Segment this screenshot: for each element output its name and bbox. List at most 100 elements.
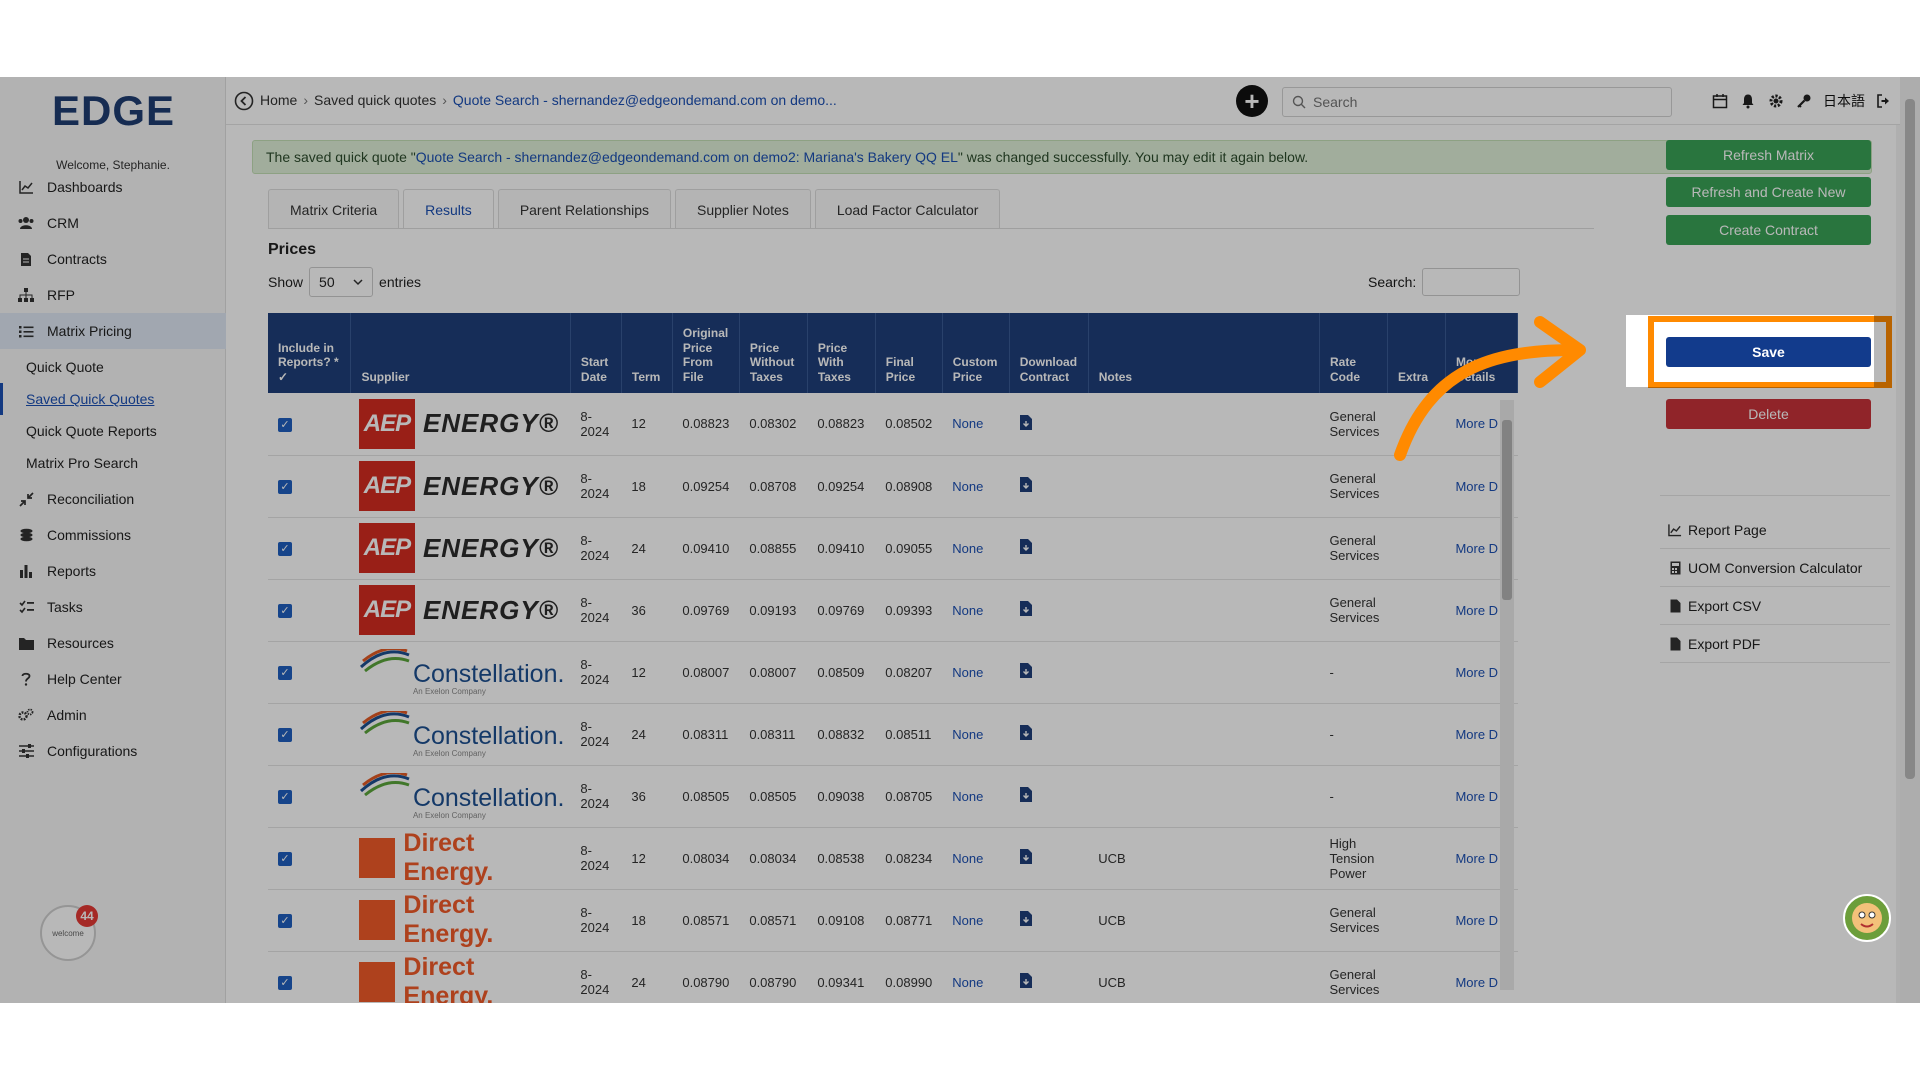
sign-out-icon[interactable]	[1875, 92, 1893, 110]
global-search[interactable]	[1282, 87, 1672, 117]
download-file-icon[interactable]	[1019, 787, 1033, 806]
uom-conversion-calculator-link[interactable]: UOM Conversion Calculator	[1660, 549, 1890, 587]
custom-price-link[interactable]: None	[952, 416, 983, 431]
column-header-notes[interactable]: Notes	[1088, 313, 1321, 393]
page-scrollbar-thumb[interactable]	[1905, 99, 1915, 779]
more-details-link[interactable]: More D	[1455, 913, 1498, 928]
more-details-link[interactable]: More D	[1455, 975, 1498, 990]
more-details-link[interactable]: More D	[1455, 603, 1498, 618]
sidebar-item-configurations[interactable]: Configurations	[0, 733, 226, 769]
breadcrumb-home[interactable]: Home	[260, 92, 297, 108]
include-checkbox[interactable]: ✓	[278, 851, 292, 866]
more-details-link[interactable]: More D	[1455, 789, 1498, 804]
custom-price-link[interactable]: None	[952, 727, 983, 742]
key-icon[interactable]	[1795, 92, 1813, 110]
sidebar-subitem-quick-quote[interactable]: Quick Quote	[0, 351, 226, 383]
delete-button[interactable]: Delete	[1666, 399, 1871, 429]
download-file-icon[interactable]	[1019, 477, 1033, 496]
sidebar-item-crm[interactable]: CRM	[0, 205, 226, 241]
custom-price-link[interactable]: None	[952, 789, 983, 804]
more-details-link[interactable]: More D	[1455, 851, 1498, 866]
include-checkbox[interactable]: ✓	[278, 541, 292, 556]
sidebar-item-commissions[interactable]: Commissions	[0, 517, 226, 553]
more-details-link[interactable]: More D	[1455, 479, 1498, 494]
tab-load-factor-calculator[interactable]: Load Factor Calculator	[814, 189, 1001, 229]
column-header-rate-code[interactable]: Rate Code	[1319, 313, 1388, 393]
download-file-icon[interactable]	[1019, 725, 1033, 744]
refresh-matrix-button[interactable]: Refresh Matrix	[1666, 140, 1871, 170]
custom-price-link[interactable]: None	[952, 665, 983, 680]
sidebar-subitem-quick-quote-reports[interactable]: Quick Quote Reports	[0, 415, 226, 447]
sidebar-item-help-center[interactable]: Help Center	[0, 661, 226, 697]
download-file-icon[interactable]	[1019, 663, 1033, 682]
custom-price-link[interactable]: None	[952, 603, 983, 618]
create-contract-button[interactable]: Create Contract	[1666, 215, 1871, 245]
column-header-price-with-taxes[interactable]: Price With Taxes	[807, 313, 876, 393]
refresh-and-create-new-button[interactable]: Refresh and Create New	[1666, 177, 1871, 207]
sidebar-item-admin[interactable]: Admin	[0, 697, 226, 733]
language-switch[interactable]: 日本語	[1823, 91, 1865, 111]
column-header-start-date[interactable]: Start Date	[570, 313, 622, 393]
export-csv-link[interactable]: Export CSV	[1660, 587, 1890, 625]
download-file-icon[interactable]	[1019, 414, 1033, 434]
sidebar-item-contracts[interactable]: Contracts	[0, 241, 226, 277]
column-header-download-contract[interactable]: Download Contract	[1009, 313, 1089, 393]
gear-icon[interactable]	[1767, 92, 1785, 110]
column-header-include-in-reports[interactable]: Include in Reports? * ✓	[268, 313, 352, 393]
more-details-link[interactable]: More D	[1455, 727, 1498, 742]
column-header-original-price-from-file[interactable]: Original Price From File	[672, 313, 740, 393]
download-file-icon[interactable]	[1019, 849, 1033, 868]
include-checkbox[interactable]: ✓	[278, 727, 292, 742]
sidebar-item-reconciliation[interactable]: Reconciliation	[0, 481, 226, 517]
column-header-final-price[interactable]: Final Price	[875, 313, 943, 393]
back-circle-icon[interactable]	[234, 91, 254, 111]
download-file-icon[interactable]	[1019, 539, 1033, 558]
entries-select[interactable]: 50	[309, 267, 374, 297]
sidebar-item-resources[interactable]: Resources	[0, 625, 226, 661]
edge-logo[interactable]: EDGE	[52, 89, 177, 131]
add-button[interactable]: +	[1236, 85, 1268, 117]
column-header-price-without-taxes[interactable]: Price Without Taxes	[739, 313, 808, 393]
sidebar-item-dashboards[interactable]: Dashboards	[0, 169, 226, 205]
include-checkbox[interactable]: ✓	[278, 603, 292, 618]
custom-price-link[interactable]: None	[952, 975, 983, 990]
column-header-supplier[interactable]: Supplier	[350, 313, 571, 393]
table-search-input[interactable]	[1422, 268, 1521, 296]
custom-price-link[interactable]: None	[952, 913, 983, 928]
column-header-custom-price[interactable]: Custom Price	[942, 313, 1010, 393]
sidebar-subitem-matrix-pro-search[interactable]: Matrix Pro Search	[0, 447, 226, 479]
download-file-icon[interactable]	[1019, 911, 1033, 930]
download-file-icon[interactable]	[1019, 973, 1033, 992]
sidebar-subitem-saved-quick-quotes[interactable]: Saved Quick Quotes	[0, 383, 226, 415]
more-details-link[interactable]: More D	[1455, 541, 1498, 556]
custom-price-link[interactable]: None	[952, 541, 983, 556]
breadcrumb-saved-quotes[interactable]: Saved quick quotes	[314, 92, 436, 108]
tab-matrix-criteria[interactable]: Matrix Criteria	[268, 189, 400, 229]
include-checkbox[interactable]: ✓	[278, 665, 292, 680]
table-scrollbar[interactable]	[1500, 400, 1514, 990]
include-checkbox[interactable]: ✓	[278, 789, 292, 804]
tab-results[interactable]: Results	[403, 189, 494, 229]
tab-supplier-notes[interactable]: Supplier Notes	[675, 189, 811, 229]
custom-price-link[interactable]: None	[952, 851, 983, 866]
tab-parent-relationships[interactable]: Parent Relationships	[497, 189, 671, 229]
download-file-icon[interactable]	[1019, 601, 1033, 620]
save-button[interactable]: Save	[1666, 337, 1871, 367]
report-page-link[interactable]: Report Page	[1660, 511, 1890, 549]
sidebar-item-matrix-pricing[interactable]: Matrix Pricing	[0, 313, 226, 349]
include-checkbox[interactable]: ✓	[278, 975, 292, 990]
help-assistant-avatar[interactable]	[1843, 894, 1891, 942]
export-pdf-link[interactable]: Export PDF	[1660, 625, 1890, 663]
sidebar-item-tasks[interactable]: Tasks	[0, 589, 226, 625]
bell-icon[interactable]	[1739, 92, 1757, 110]
sidebar-item-rfp[interactable]: RFP	[0, 277, 226, 313]
include-checkbox[interactable]: ✓	[278, 479, 292, 494]
include-checkbox[interactable]: ✓	[278, 913, 292, 928]
search-input[interactable]	[1313, 92, 1663, 112]
include-checkbox[interactable]: ✓	[278, 417, 292, 432]
custom-price-link[interactable]: None	[952, 479, 983, 494]
breadcrumb-current[interactable]: Quote Search - shernandez@edgeondemand.c…	[453, 92, 837, 108]
page-scrollbar[interactable]	[1900, 77, 1920, 1003]
calendar-icon[interactable]	[1711, 92, 1729, 110]
sidebar-item-reports[interactable]: Reports	[0, 553, 226, 589]
